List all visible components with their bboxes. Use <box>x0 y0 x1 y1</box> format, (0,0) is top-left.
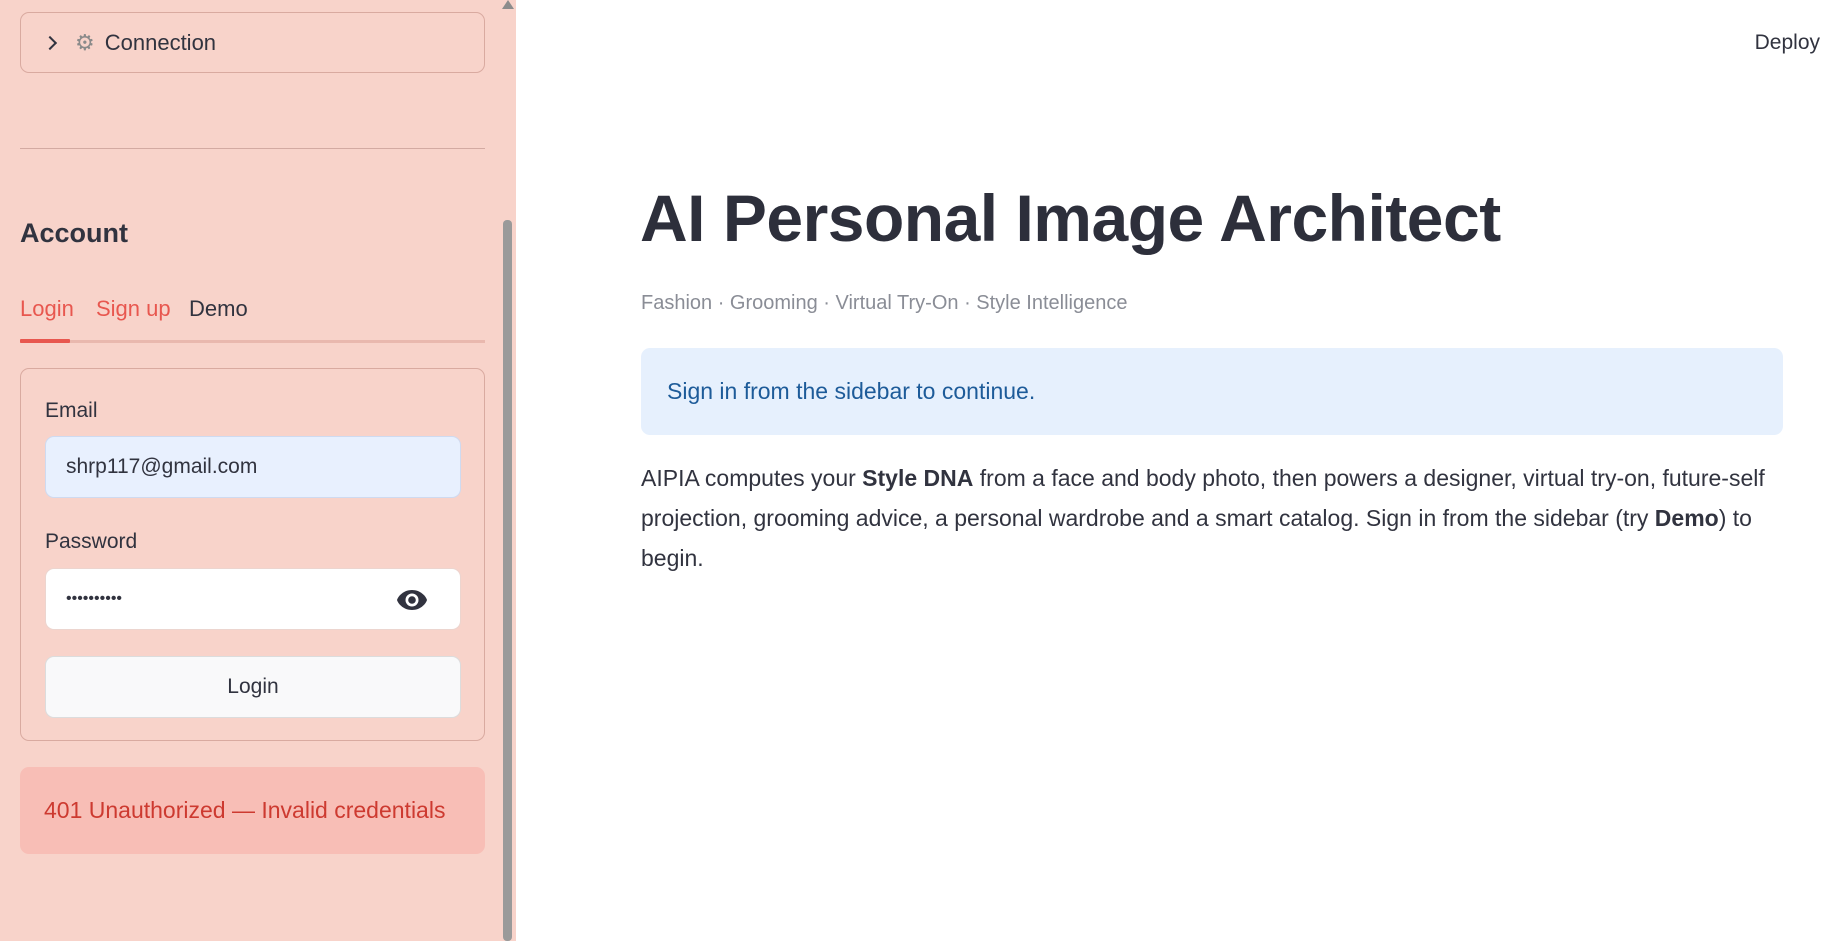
connection-expander[interactable]: ⚙ Connection <box>20 12 485 73</box>
eye-icon[interactable] <box>396 589 428 611</box>
password-field[interactable]: •••••••••• <box>45 568 461 630</box>
deploy-button[interactable]: Deploy <box>1755 31 1820 55</box>
error-alert: 401 Unauthorized — Invalid credentials <box>20 767 485 854</box>
sidebar-divider <box>20 148 485 149</box>
active-tab-indicator <box>20 339 70 343</box>
tab-login[interactable]: Login <box>20 294 74 342</box>
style-dna-bold: Style DNA <box>862 465 974 491</box>
error-message: 401 Unauthorized — Invalid credentials <box>44 797 446 823</box>
password-value: •••••••••• <box>66 590 123 607</box>
app-root: ⚙ Connection Account Login Sign up Demo … <box>0 0 1826 941</box>
login-form: Email shrp117@gmail.com Password •••••••… <box>20 368 485 741</box>
tab-signup[interactable]: Sign up <box>96 294 171 342</box>
page-title: AI Personal Image Architect <box>640 181 1501 255</box>
login-button[interactable]: Login <box>45 656 461 718</box>
email-value: shrp117@gmail.com <box>66 455 258 478</box>
expander-label: Connection <box>104 29 217 55</box>
account-heading: Account <box>20 218 128 248</box>
gear-icon: ⚙ <box>75 29 95 55</box>
tab-demo[interactable]: Demo <box>189 294 248 342</box>
demo-bold: Demo <box>1654 505 1719 531</box>
info-alert: Sign in from the sidebar to continue. <box>641 348 1783 435</box>
sidebar: ⚙ Connection Account Login Sign up Demo … <box>0 0 516 941</box>
password-label: Password <box>45 530 138 553</box>
info-message: Sign in from the sidebar to continue. <box>667 378 1036 404</box>
account-tabs: Login Sign up Demo <box>20 294 485 344</box>
scroll-up-arrow-icon[interactable] <box>502 0 514 9</box>
intro-paragraph: AIPIA computes your Style DNA from a fac… <box>641 458 1791 578</box>
tab-rail <box>20 340 485 343</box>
email-field[interactable]: shrp117@gmail.com <box>45 436 461 498</box>
page-subtitle: Fashion · Grooming · Virtual Try-On · St… <box>641 292 1128 314</box>
intro-text-1: AIPIA computes your <box>641 465 863 491</box>
chevron-right-icon <box>42 35 58 50</box>
sidebar-scrollbar[interactable] <box>503 220 512 941</box>
email-label: Email <box>45 399 98 422</box>
